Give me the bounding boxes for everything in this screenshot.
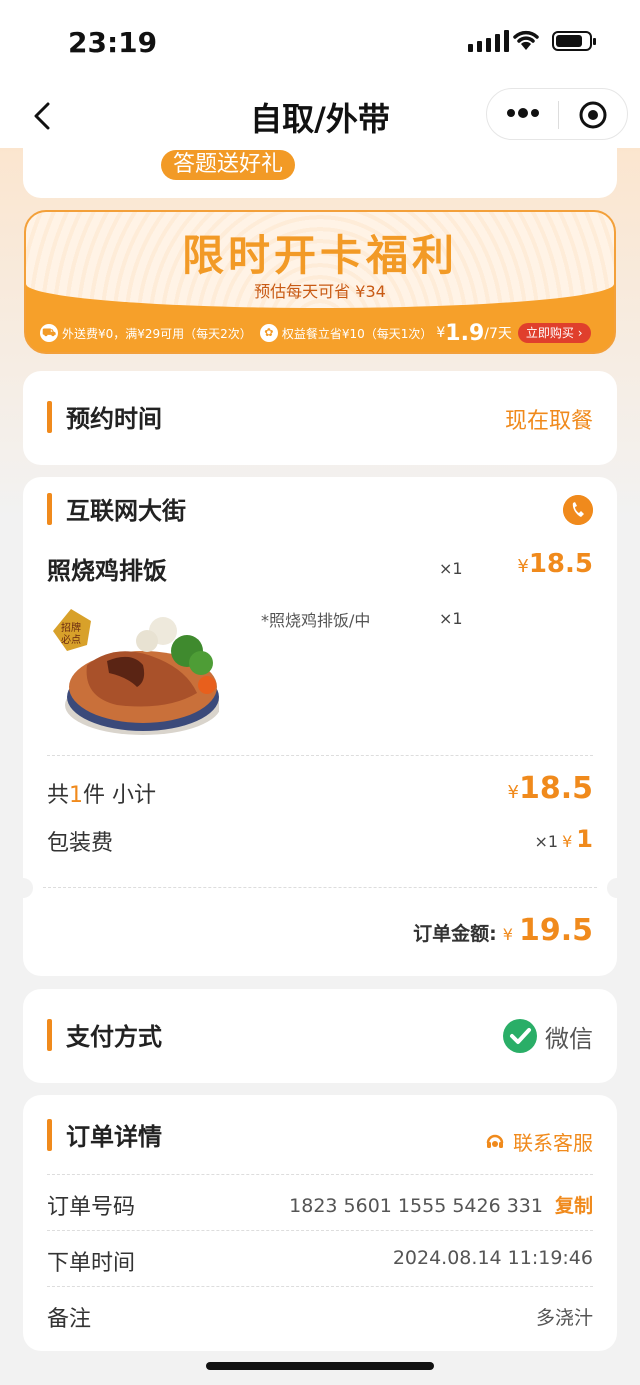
status-bar: 23:19: [0, 0, 640, 84]
subtotal-value: 18.5: [518, 771, 593, 806]
capsule-divider: [558, 101, 559, 129]
close-miniprogram-icon[interactable]: [579, 101, 607, 129]
order-time-value: 2024.08.14 11:19:46: [392, 1247, 593, 1269]
subtotal-currency: ¥: [507, 782, 519, 803]
payment-card: 支付方式 微信: [23, 989, 617, 1083]
order-number-value: 1823 5601 1555 5426 331: [289, 1195, 543, 1217]
order-total: 订单金额: ¥ 19.5: [413, 913, 593, 948]
order-number-value-wrap: 1823 5601 1555 5426 331 复制: [289, 1191, 593, 1218]
order-detail-card: 订单详情 联系客服 订单号码 1823 5601 1555 5426 331 复制…: [23, 1095, 617, 1351]
meal-benefit-icon: ✿: [259, 324, 278, 342]
promo-period: /7天: [484, 326, 512, 342]
order-total-value: 19.5: [518, 913, 593, 948]
item-price-currency: ¥: [517, 556, 529, 577]
phone-icon[interactable]: [563, 495, 593, 525]
wifi-icon: [513, 30, 539, 50]
packaging-label: 包装费: [47, 831, 114, 856]
delivery-scooter-icon: ⛟: [40, 324, 58, 342]
promo-buy-button[interactable]: 立即购买 ›: [517, 323, 591, 343]
order-detail-header: 订单详情: [47, 1117, 162, 1152]
item-qty: ×1: [439, 559, 463, 578]
item-price: ¥18.5: [517, 549, 593, 579]
top-partial-card: 答题送好礼: [23, 148, 617, 198]
promo-benefits-row: ⛟ 外送费¥0，满¥29可用（每天2次） ✿ 权益餐立省¥10（每天1次） ¥ …: [40, 318, 600, 348]
detail-row-remark: 备注 多浇汁: [47, 1286, 593, 1342]
packaging-price: 1: [576, 825, 593, 853]
more-dots-icon[interactable]: [505, 103, 541, 123]
store-header: 互联网大街: [47, 491, 186, 526]
order-detail-label: 订单详情: [66, 1123, 162, 1151]
promo-price: 1.9: [445, 320, 485, 346]
payment-header: 支付方式: [47, 1017, 162, 1052]
order-total-currency: ¥: [502, 925, 513, 944]
home-indicator[interactable]: [206, 1362, 434, 1370]
packaging-qty: ×1: [534, 832, 559, 851]
battery-icon: [552, 31, 596, 51]
reservation-value[interactable]: 现在取餐: [505, 403, 593, 435]
promo-price-symbol: ¥: [436, 325, 446, 341]
subtotal-prefix: 共: [47, 783, 70, 808]
miniprogram-capsule: [486, 88, 628, 140]
packaging-currency: ¥: [562, 832, 573, 851]
card-notch-left: [13, 878, 33, 898]
remark-value: 多浇汁: [535, 1307, 593, 1329]
card-notch-right: [607, 878, 627, 898]
store-name: 互联网大街: [66, 497, 186, 525]
quiz-gift-badge[interactable]: 答题送好礼: [161, 150, 296, 180]
remark-key: 备注: [47, 1307, 92, 1332]
navigation-bar: 自取/外带: [0, 84, 640, 148]
divider: [47, 755, 593, 756]
section-accent-bar: [47, 1118, 52, 1151]
detail-row-order-number: 订单号码 1823 5601 1555 5426 331 复制: [47, 1174, 593, 1230]
subtotal-count: 1: [69, 783, 84, 808]
packaging-fee: ×1 ¥ 1: [535, 825, 593, 853]
order-total-label: 订单金额:: [413, 923, 497, 945]
reservation-card[interactable]: 预约时间 现在取餐: [23, 371, 617, 465]
food-badge-line1: 招牌: [61, 621, 81, 634]
membership-promo-banner[interactable]: 限时开卡福利 预估每天可省 ¥34 ⛟ 外送费¥0，满¥29可用（每天2次） ✿…: [24, 210, 616, 354]
promo-subtitle: 预估每天可省 ¥34: [254, 282, 386, 301]
promo-title: 限时开卡福利: [181, 231, 458, 280]
detail-row-order-time: 下单时间 2024.08.14 11:19:46: [47, 1230, 593, 1286]
wechat-pay-icon: [503, 1019, 537, 1053]
item-name: 照烧鸡排饭: [47, 557, 167, 585]
food-badge-line2: 必点: [61, 633, 81, 646]
status-time: 23:19: [68, 26, 158, 59]
item-price-value: 18.5: [528, 549, 593, 579]
item-spec: *照烧鸡排饭/中: [261, 611, 371, 630]
payment-method: 微信: [545, 1025, 593, 1053]
customer-service-link[interactable]: 联系客服: [485, 1127, 593, 1156]
subtotal-suffix: 件 小计: [83, 783, 157, 808]
section-accent-bar: [47, 492, 52, 525]
subtotal-amount: ¥18.5: [508, 771, 593, 806]
order-number-key: 订单号码: [47, 1195, 136, 1220]
section-accent-bar: [47, 1018, 52, 1051]
copy-button[interactable]: 复制: [555, 1195, 593, 1217]
cellular-signal-icon: [468, 30, 509, 52]
payment-label: 支付方式: [66, 1023, 162, 1051]
order-items-card: 互联网大街 照烧鸡排饭 ×1 ¥18.5 招牌 必点 *照烧鸡排饭/中 ×1 共…: [13, 477, 627, 976]
food-image: 招牌 必点: [47, 601, 219, 737]
reservation-header: 预约时间: [47, 399, 162, 434]
customer-service-label: 联系客服: [513, 1131, 593, 1155]
order-time-key: 下单时间: [47, 1251, 136, 1276]
promo-benefit-2: 权益餐立省¥10（每天1次）: [281, 326, 433, 341]
item-spec-qty: ×1: [439, 609, 463, 628]
divider: [43, 887, 597, 888]
promo-benefit-1: 外送费¥0，满¥29可用（每天2次）: [62, 326, 252, 341]
headset-icon: [486, 1134, 504, 1148]
section-accent-bar: [47, 400, 52, 433]
reservation-label: 预约时间: [66, 405, 162, 433]
subtotal-label: 共1件 小计: [47, 777, 156, 809]
